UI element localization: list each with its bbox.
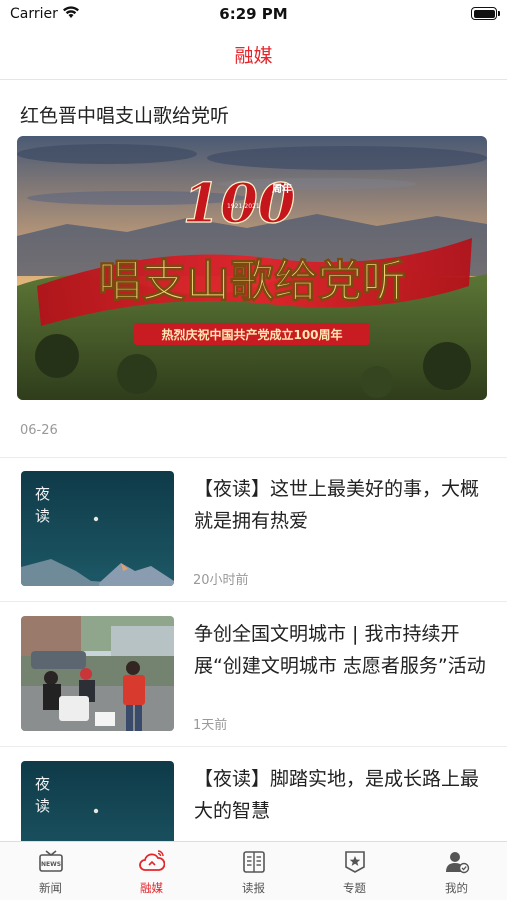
article-thumbnail[interactable] <box>21 616 174 731</box>
anniversary-years: 1921-2021 <box>227 203 260 210</box>
tab-rongmei[interactable]: 融媒 <box>101 842 202 900</box>
rongmei-cloud-icon <box>139 850 165 871</box>
tab-label: 我的 <box>445 881 468 895</box>
svg-text:读: 读 <box>35 797 50 815</box>
tab-label: 融媒 <box>140 881 163 895</box>
newspaper-icon <box>243 851 265 873</box>
profile-icon <box>446 852 470 874</box>
banner-calligraphy: 唱支山歌给党听 <box>98 256 406 307</box>
tab-bar: NEWS 新闻 融媒 读报 专题 我的 <box>0 841 507 900</box>
feature-article[interactable]: 红色晋中唱支山歌给党听 100 周年 1921-2021 唱支山歌给党听 热烈庆… <box>0 80 507 458</box>
list-item[interactable]: 夜 读 【夜读】这世上最美好的事，大概就是拥有热爱 20小时前 <box>0 458 507 602</box>
battery-icon <box>471 7 500 20</box>
clock: 6:29 PM <box>219 5 288 23</box>
tab-profile[interactable]: 我的 <box>406 842 507 900</box>
svg-text:读: 读 <box>35 507 50 525</box>
anniversary-label: 周年 <box>272 182 292 195</box>
feature-title[interactable]: 红色晋中唱支山歌给党听 <box>20 101 229 128</box>
page-title: 融媒 <box>234 45 273 67</box>
article-title[interactable]: 争创全国文明城市 | 我市持续开展“创建文明城市 志愿者服务”活动 <box>194 618 486 682</box>
article-title[interactable]: 【夜读】脚踏实地，是成长路上最大的智慧 <box>194 763 486 827</box>
nav-bar: 融媒 <box>0 30 507 80</box>
tab-newspaper[interactable]: 读报 <box>203 842 304 900</box>
topic-badge-icon <box>345 851 365 873</box>
article-time: 20小时前 <box>193 573 249 588</box>
banner-ribbon-text: 热烈庆祝中国共产党成立100周年 <box>161 327 342 342</box>
article-time: 1天前 <box>193 718 228 733</box>
svg-text:NEWS: NEWS <box>41 861 61 868</box>
status-bar: Carrier 6:29 PM <box>0 0 507 30</box>
tab-label: 读报 <box>242 881 265 895</box>
list-item[interactable]: 争创全国文明城市 | 我市持续开展“创建文明城市 志愿者服务”活动 1天前 <box>0 603 507 747</box>
svg-text:夜: 夜 <box>35 485 50 503</box>
feature-banner-image[interactable]: 100 周年 1921-2021 唱支山歌给党听 热烈庆祝中国共产党成立100周… <box>17 136 487 400</box>
article-thumbnail[interactable]: 夜 读 <box>21 471 174 586</box>
tab-label: 专题 <box>343 881 366 895</box>
article-title[interactable]: 【夜读】这世上最美好的事，大概就是拥有热爱 <box>194 473 486 537</box>
tab-label: 新闻 <box>39 881 62 895</box>
feature-date: 06-26 <box>20 423 58 438</box>
svg-text:夜: 夜 <box>35 775 50 793</box>
tab-news[interactable]: NEWS 新闻 <box>0 842 101 900</box>
tab-topics[interactable]: 专题 <box>304 842 405 900</box>
news-tv-icon: NEWS <box>39 850 63 872</box>
